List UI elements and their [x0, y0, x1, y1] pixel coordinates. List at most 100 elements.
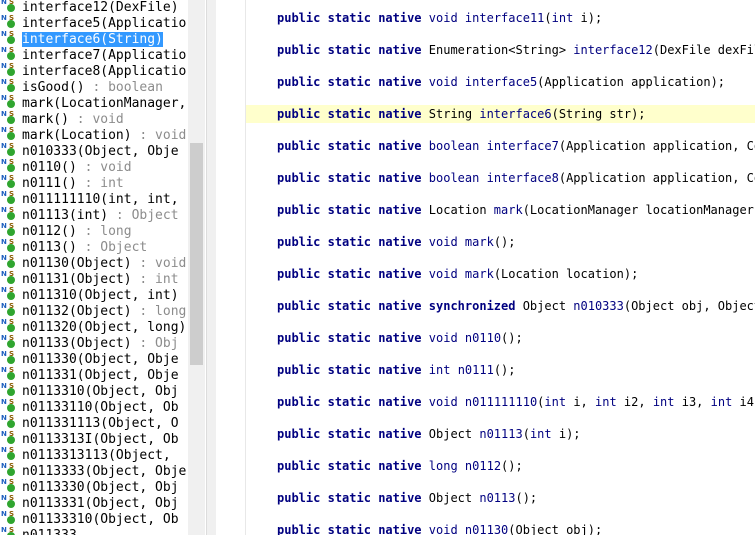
outline-item[interactable]: N S n01133110(Object, Ob — [0, 399, 188, 416]
native-static-method-icon: NS — [1, 127, 16, 141]
code-line[interactable]: public static native long n0112(); — [246, 457, 755, 475]
outline-item[interactable]: N S interface8(Applicatio — [0, 63, 188, 80]
outline-scrollbar[interactable] — [188, 0, 205, 535]
code-line[interactable]: public static native boolean interface8(… — [246, 169, 755, 187]
outline-item-label: n0113333(Object, Obje — [22, 464, 187, 479]
outline-item-label: mark() — [22, 112, 69, 127]
native-static-method-icon: NS — [1, 111, 16, 125]
outline-item[interactable]: N S interface6(String) : — [0, 31, 188, 48]
outline-item[interactable]: N S n01133(Object) : Obj — [0, 335, 188, 352]
code-line[interactable]: public static native synchronized Object… — [246, 297, 755, 315]
code-line[interactable]: public static native boolean interface7(… — [246, 137, 755, 155]
code-token: void — [428, 331, 458, 345]
code-line[interactable]: public static native void interface11(in… — [246, 9, 755, 27]
code-line[interactable]: public static native Enumeration<String>… — [246, 41, 755, 59]
outline-item-label: n01113(int) — [22, 208, 109, 223]
code-line[interactable]: public static native String interface6(S… — [246, 105, 755, 123]
outline-item[interactable]: N S interface5(Applicatio — [0, 15, 188, 32]
code-token: (); — [493, 235, 516, 249]
outline-item[interactable]: N S n0110() : void — [0, 159, 188, 176]
outline-item[interactable]: N S mark(Location) : void — [0, 127, 188, 144]
code-line[interactable]: public static native void n0110(); — [246, 329, 755, 347]
outline-item[interactable]: N S n011331(Object, Obje — [0, 367, 188, 384]
pane-splitter[interactable] — [206, 0, 216, 535]
outline-list[interactable]: N S interface12(DexFile) N S interface5(Appli… — [0, 0, 188, 535]
native-static-method-icon: NS — [1, 415, 16, 429]
outline-item-return-type: : long — [131, 304, 187, 319]
native-static-method-icon: NS — [1, 63, 16, 77]
code-token: native — [378, 395, 422, 409]
code-line[interactable]: public static native void interface5(App… — [246, 73, 755, 91]
code-token: static — [327, 459, 371, 473]
outline-item[interactable]: N S mark() : void — [0, 111, 188, 128]
code-line[interactable]: public static native void n01130(Object … — [246, 521, 755, 535]
outline-item[interactable]: N S n011320(Object, long) — [0, 319, 188, 336]
code-token: static — [327, 427, 371, 441]
outline-item[interactable]: NS n011333... — [0, 527, 188, 535]
native-static-method-icon: NS — [1, 463, 16, 477]
outline-item-label: n011310(Object, int) — [22, 288, 179, 303]
code-token: (Application application, Con — [558, 139, 755, 153]
outline-item[interactable]: N S n0113310(Object, Obj — [0, 383, 188, 400]
code-line[interactable]: public static native int n0111(); — [246, 361, 755, 379]
outline-item[interactable]: N S interface12(DexFile) — [0, 0, 188, 16]
outline-item[interactable]: N S n01130(Object) : void — [0, 255, 188, 272]
outline-item[interactable]: N S n011310(Object, int) — [0, 287, 188, 304]
code-token: native — [378, 235, 422, 249]
code-token: public — [277, 107, 321, 121]
editor-gutter — [216, 0, 246, 535]
outline-item[interactable]: N S n0113313113(Object, — [0, 447, 188, 464]
outline-item[interactable]: N S n0113330(Object, Obj — [0, 479, 188, 496]
code-line[interactable]: public static native void n011111110(int… — [246, 393, 755, 411]
code-token: (String str); — [551, 107, 646, 121]
outline-item[interactable]: N S isGood() : boolean — [0, 79, 188, 96]
outline-scrollbar-thumb[interactable] — [190, 143, 203, 365]
outline-item-label: n01133(Object) — [22, 336, 132, 351]
code-token: i3, — [674, 395, 711, 409]
code-line[interactable]: public static native Object n01113(int i… — [246, 425, 755, 443]
code-token: (); — [501, 459, 523, 473]
code-line[interactable]: public static native void mark(); — [246, 233, 755, 251]
outline-item[interactable]: N S n0113() : Object — [0, 239, 188, 256]
code-line[interactable]: public static native void mark(Location … — [246, 265, 755, 283]
outline-item[interactable]: N S n0111() : int — [0, 175, 188, 192]
outline-item[interactable]: N S n0113333(Object, Obje — [0, 463, 188, 480]
code-token: native — [378, 523, 422, 535]
outline-item[interactable]: N S n011330(Object, Obje — [0, 351, 188, 368]
outline-item[interactable]: N S n01113(int) : Object — [0, 207, 188, 224]
outline-item[interactable]: N S n0112() : long — [0, 223, 188, 240]
code-token: n010333 — [573, 299, 624, 313]
outline-item[interactable]: N S n01133310(Object, Ob — [0, 511, 188, 528]
outline-item[interactable]: N S n01132(Object) : long — [0, 303, 188, 320]
code-token: static — [327, 491, 371, 505]
outline-item-label: n0113330(Object, Obj — [22, 480, 179, 495]
code-editor[interactable]: public static native void interface11(in… — [216, 0, 755, 535]
outline-item[interactable]: N S mark(LocationManager, — [0, 95, 188, 112]
code-token: int — [529, 427, 552, 441]
outline-item[interactable]: N S interface7(Applicatio — [0, 47, 188, 64]
outline-item[interactable]: N S n011331113(Object, O — [0, 415, 188, 432]
code-token: native — [378, 299, 422, 313]
native-static-method-icon: NS — [1, 399, 16, 413]
outline-item[interactable]: N S n0113313I(Object, Ob — [0, 431, 188, 448]
outline-item[interactable]: N S n0113331(Object, Obj — [0, 495, 188, 512]
native-static-method-icon: NS — [1, 495, 16, 509]
outline-item[interactable]: N S n011111110(int, int, — [0, 191, 188, 208]
outline-item[interactable]: N S n010333(Object, Obje — [0, 143, 188, 160]
native-static-method-icon: NS — [1, 335, 16, 349]
code-line[interactable]: public static native Location mark(Locat… — [246, 201, 755, 219]
outline-item[interactable]: N S n01131(Object) : int — [0, 271, 188, 288]
code-line[interactable]: public static native Object n0113(); — [246, 489, 755, 507]
native-static-method-icon: NS — [1, 255, 16, 269]
code-token: int — [428, 363, 451, 377]
code-token: public — [277, 203, 321, 217]
